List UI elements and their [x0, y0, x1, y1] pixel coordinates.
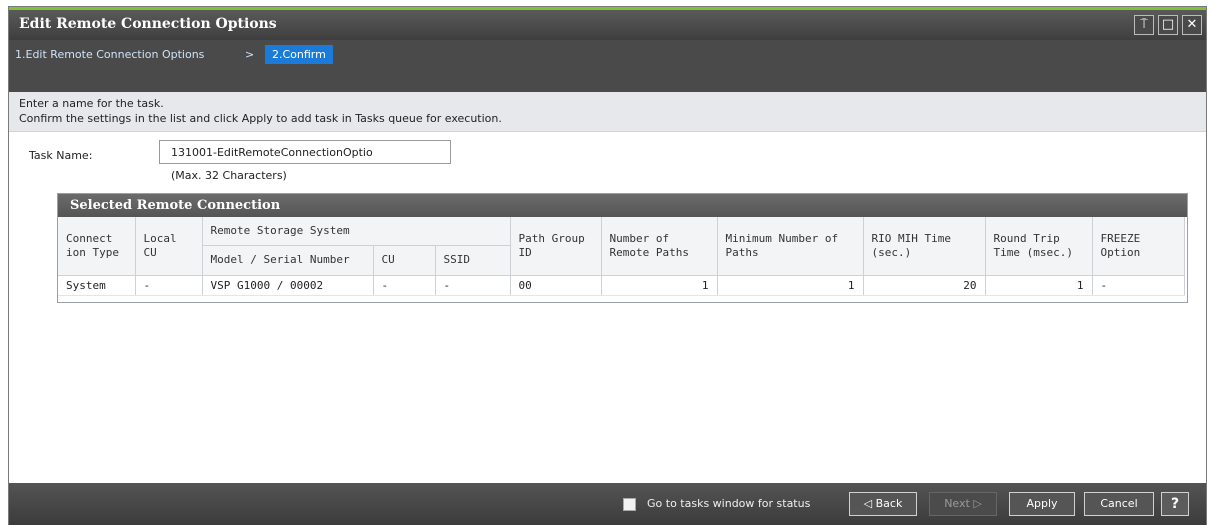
col-header-number-of-remote-paths[interactable]: Number of Remote Paths	[601, 217, 718, 276]
apply-button[interactable]: Apply	[1009, 492, 1075, 516]
footer-bar: Go to tasks window for status ◁ Back Nex…	[9, 483, 1206, 525]
col-header-freeze-option[interactable]: FREEZE Option	[1092, 217, 1185, 276]
cell-connection-type: System	[58, 275, 136, 296]
wizard-step-separator: >	[245, 48, 255, 61]
cell-minimum-number-of-paths: 1	[717, 275, 864, 296]
task-name-hint: (Max. 32 Characters)	[171, 169, 287, 182]
cell-rio-mih-time: 20	[863, 275, 986, 296]
table-body: Connect ion Type Local CU Remote Storage…	[58, 217, 1185, 299]
cell-round-trip-time: 1	[985, 275, 1093, 296]
instruction-line-2: Confirm the settings in the list and cli…	[19, 112, 502, 125]
col-header-remote-storage-system: Remote Storage System	[202, 217, 511, 246]
cell-freeze-option: -	[1092, 275, 1185, 296]
table-header-bar: Selected Remote Connection	[58, 194, 1187, 217]
next-button: Next ▷	[929, 492, 997, 516]
wizard-step-confirm: 2.Confirm	[265, 45, 333, 64]
col-header-cu[interactable]: CU	[373, 245, 436, 276]
cell-model-serial: VSP G1000 / 00002	[202, 275, 374, 296]
cell-local-cu: -	[135, 275, 203, 296]
back-button[interactable]: ◁ Back	[849, 492, 917, 516]
pin-icon[interactable]: ⍑	[1134, 15, 1154, 35]
window-title: Edit Remote Connection Options	[19, 16, 277, 32]
cancel-button[interactable]: Cancel	[1084, 492, 1154, 516]
remote-connection-table: Connect ion Type Local CU Remote Storage…	[58, 217, 1185, 296]
col-header-round-trip-time[interactable]: Round Trip Time (msec.)	[985, 217, 1093, 276]
task-name-input[interactable]	[159, 140, 451, 164]
table-title: Selected Remote Connection	[70, 198, 281, 213]
close-icon[interactable]: ✕	[1182, 15, 1202, 35]
cell-path-group-id: 00	[510, 275, 602, 296]
go-to-tasks-checkbox[interactable]	[623, 498, 636, 511]
task-name-label: Task Name:	[29, 149, 93, 162]
cell-cu: -	[373, 275, 436, 296]
col-header-rio-mih-time[interactable]: RIO MIH Time (sec.)	[863, 217, 986, 276]
go-to-tasks-label[interactable]: Go to tasks window for status	[647, 497, 810, 510]
col-header-minimum-number-of-paths[interactable]: Minimum Number of Paths	[717, 217, 864, 276]
instruction-line-1: Enter a name for the task.	[19, 97, 164, 110]
col-header-local-cu[interactable]: Local CU	[135, 217, 203, 276]
wizard-step-edit-options[interactable]: 1.Edit Remote Connection Options	[15, 48, 204, 61]
cell-number-of-remote-paths: 1	[601, 275, 718, 296]
col-header-path-group-id[interactable]: Path Group ID	[510, 217, 602, 276]
instructions-panel: Enter a name for the task. Confirm the s…	[9, 92, 1206, 132]
col-header-model-serial-number[interactable]: Model / Serial Number	[202, 245, 374, 276]
help-icon[interactable]: ?	[1161, 492, 1189, 516]
maximize-icon[interactable]: □	[1158, 15, 1178, 35]
cell-ssid: -	[435, 275, 511, 296]
col-header-connection-type[interactable]: Connect ion Type	[58, 217, 136, 276]
table-row[interactable]: System - VSP G1000 / 00002 - - 00 1 1 20…	[58, 275, 1185, 296]
wizard-steps-bar: 1.Edit Remote Connection Options > 2.Con…	[9, 40, 1206, 92]
edit-remote-connection-options-window: Edit Remote Connection Options ⍑ □ ✕ 1.E…	[8, 6, 1207, 525]
title-bar: Edit Remote Connection Options ⍑ □ ✕	[9, 10, 1206, 40]
col-header-ssid[interactable]: SSID	[435, 245, 511, 276]
selected-remote-connection-panel: Selected Remote Connection Connect ion T…	[57, 193, 1188, 303]
